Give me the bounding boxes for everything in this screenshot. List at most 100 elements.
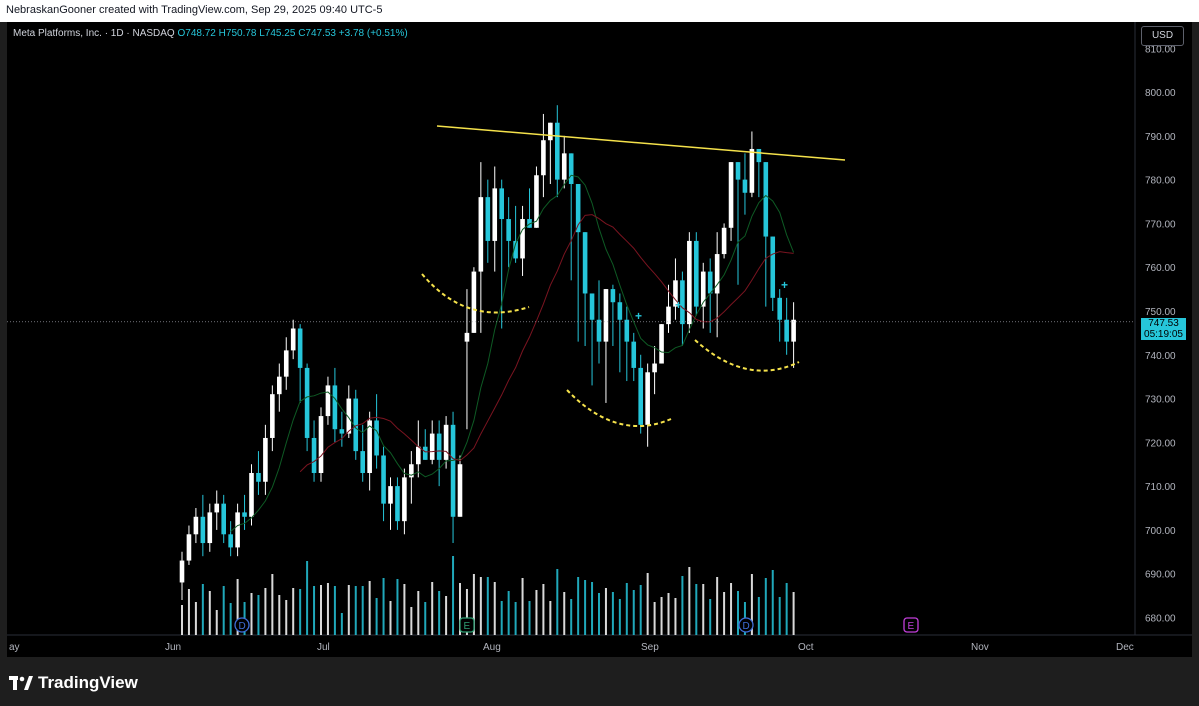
- y-tick-label: 760.00: [1145, 263, 1176, 274]
- volume-bar: [201, 584, 204, 635]
- candle-body: [193, 516, 199, 535]
- candle-body: [186, 534, 192, 561]
- volume-bar: [737, 591, 739, 635]
- volume-bar: [535, 590, 538, 635]
- volume-bar: [354, 586, 357, 635]
- candle-body: [596, 319, 602, 342]
- candle-body: [304, 367, 310, 438]
- ma-fast-line: [230, 174, 795, 532]
- header-caption: NebraskanGooner created with TradingView…: [6, 4, 383, 16]
- candle-body: [784, 319, 789, 342]
- header-bar: NebraskanGooner created with TradingView…: [0, 0, 1199, 22]
- y-tick-label: 740.00: [1145, 351, 1176, 362]
- last-price: 747.53: [1148, 318, 1179, 329]
- volume-bar: [688, 567, 691, 635]
- volume-bar: [514, 602, 517, 635]
- volume-bar: [674, 598, 677, 635]
- head-arc: [566, 389, 672, 427]
- volume-bar: [528, 601, 531, 635]
- candle-body: [242, 512, 247, 517]
- volume-bar: [438, 591, 441, 635]
- volume-bar: [730, 583, 733, 635]
- candle-body: [666, 306, 671, 325]
- volume-bar: [646, 573, 649, 635]
- volume-bar: [577, 577, 580, 635]
- candle-body: [221, 503, 226, 535]
- candle-body: [763, 162, 769, 237]
- volume-bar: [486, 577, 489, 635]
- volume-bar: [716, 577, 719, 635]
- tradingview-logo-icon: [9, 676, 33, 690]
- event-marker[interactable]: E: [903, 617, 919, 633]
- volume-bar: [340, 613, 343, 635]
- volume-bar: [375, 598, 378, 635]
- candle-body: [339, 429, 345, 434]
- candle-body: [311, 437, 317, 473]
- volume-bar: [417, 591, 420, 635]
- event-marker[interactable]: D: [738, 617, 754, 633]
- candle-body: [249, 472, 254, 517]
- candle-body: [721, 227, 727, 255]
- y-tick-label: 690.00: [1145, 570, 1176, 581]
- volume-bar: [292, 588, 295, 635]
- event-marker[interactable]: E: [459, 617, 475, 633]
- volume-bar: [264, 588, 267, 635]
- volume-bar: [326, 583, 329, 635]
- chart-panel[interactable]: 680.00 690.00 700.00 710.00 720.00 730.00 740.…: [7, 22, 1192, 657]
- y-tick-label: 790.00: [1145, 132, 1176, 143]
- volume-bar: [299, 589, 302, 635]
- candle-body: [402, 477, 407, 522]
- volume-bar: [222, 586, 225, 635]
- candle-body: [707, 271, 713, 294]
- ohlc-legend: Meta Platforms, Inc. · 1D · NASDAQ O748.…: [13, 28, 408, 39]
- candle-body: [652, 363, 657, 373]
- candle-body: [756, 148, 762, 163]
- volume-bar: [521, 578, 524, 635]
- volume-bar: [215, 610, 218, 635]
- svg-text:D: D: [239, 621, 246, 632]
- candle-body: [735, 162, 741, 180]
- candle-body: [520, 219, 525, 259]
- volume-bar: [424, 602, 427, 635]
- x-tick-label: Nov: [971, 642, 989, 653]
- x-tick-label: ay: [9, 642, 20, 653]
- volume-bar: [187, 589, 190, 635]
- volume-bar: [320, 585, 322, 635]
- candle-body: [436, 433, 442, 460]
- volume-bar: [639, 585, 642, 635]
- y-tick-label: 700.00: [1145, 526, 1176, 537]
- volume-bar: [500, 601, 503, 635]
- volume-bar: [410, 607, 413, 635]
- volume-bar: [709, 599, 712, 635]
- candle-body: [228, 534, 233, 548]
- volume-bar: [271, 574, 274, 635]
- y-tick-label: 750.00: [1145, 307, 1176, 318]
- ma-slow-line: [299, 214, 794, 473]
- volume-bar: [313, 586, 316, 635]
- plus-marker: +: [675, 298, 682, 312]
- volume-bar: [591, 582, 594, 635]
- volume-bar: [632, 590, 635, 635]
- volume-bar: [347, 585, 350, 635]
- volume-bar: [368, 581, 371, 635]
- currency-button[interactable]: USD: [1141, 26, 1184, 46]
- change-value: +3.78 (+0.51%): [338, 28, 408, 39]
- volume-bar: [702, 584, 705, 635]
- volume-bar: [625, 583, 628, 635]
- resistance-line: [436, 125, 846, 161]
- candle-body: [700, 271, 706, 307]
- candle-body: [464, 332, 470, 342]
- volume-bar: [333, 586, 336, 635]
- candle-body: [770, 236, 776, 298]
- candle-body: [395, 486, 400, 522]
- price-chart[interactable]: 680.00 690.00 700.00 710.00 720.00 730.00 740.…: [7, 22, 1192, 657]
- volume-bar: [556, 569, 559, 635]
- volume-bar: [660, 597, 663, 635]
- volume-bar: [584, 580, 587, 635]
- event-marker[interactable]: D: [234, 617, 250, 633]
- candle-body: [429, 433, 435, 460]
- x-tick-label: Dec: [1116, 642, 1134, 653]
- candle-body: [283, 350, 289, 377]
- candle-body: [214, 503, 220, 513]
- x-tick-label: Aug: [483, 642, 501, 653]
